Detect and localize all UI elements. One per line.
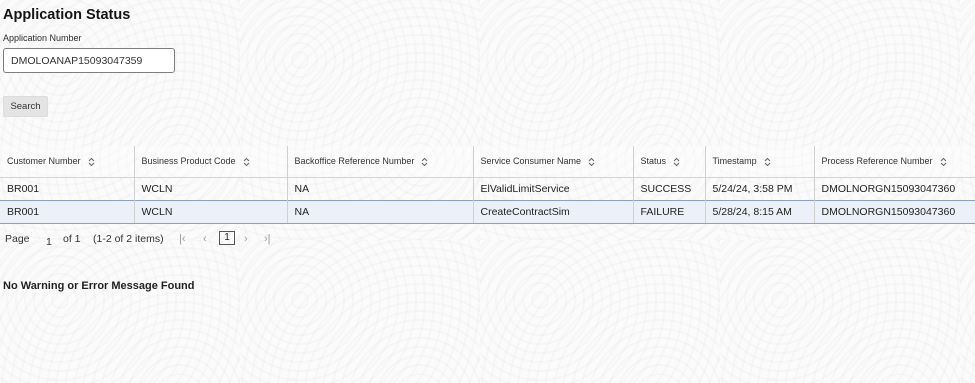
cell-customer-number: BR001 [0,200,135,224]
page-count-label: of 1 [63,233,81,245]
column-header-label: Timestamp [712,156,757,167]
cell-process-reference-number: DMOLNORGN15093047360 [814,177,975,201]
column-header-label: Backoffice Reference Number [294,156,415,167]
sort-icon[interactable] [243,157,250,167]
cell-backoffice-reference-number: NA [287,200,474,224]
column-header-business-product-code[interactable]: Business Product Code [134,146,288,178]
column-header-backoffice-reference-number[interactable]: Backoffice Reference Number [287,146,474,178]
page-number-input[interactable]: 1 [46,236,52,248]
next-page-icon[interactable]: › [244,233,248,245]
page-title: Application Status [3,7,131,23]
current-page-button[interactable]: 1 [219,231,235,245]
column-header-process-reference-number[interactable]: Process Reference Number [814,146,975,178]
column-header-customer-number[interactable]: Customer Number [0,146,135,178]
application-number-input[interactable] [3,48,175,73]
status-table: Customer Number Business Product Code Ba… [0,146,975,224]
sort-icon[interactable] [421,157,428,167]
search-button[interactable]: Search [3,96,48,117]
cell-business-product-code: WCLN [134,177,288,201]
column-header-label: Business Product Code [141,156,236,167]
cell-process-reference-number: DMOLNORGN15093047360 [814,200,975,224]
column-header-timestamp[interactable]: Timestamp [705,146,815,178]
cell-service-consumer-name: ElValidLimitService [473,177,634,201]
cell-timestamp: 5/24/24, 3:58 PM [705,177,815,201]
cell-customer-number: BR001 [0,177,135,201]
column-header-label: Status [640,156,667,167]
cell-status: SUCCESS [633,177,706,201]
table-header-row: Customer Number Business Product Code Ba… [0,146,975,178]
table-row[interactable]: BR001 WCLN NA ElValidLimitService SUCCES… [0,177,975,201]
cell-backoffice-reference-number: NA [287,177,474,201]
first-page-icon[interactable]: |‹ [179,233,186,245]
pagination: Page 1 of 1 (1-2 of 2 items) |‹ ‹ 1 › ›| [3,231,303,249]
application-number-label: Application Number [3,33,82,43]
sort-icon[interactable] [673,157,680,167]
sort-icon[interactable] [588,157,595,167]
cell-timestamp: 5/28/24, 8:15 AM [705,200,815,224]
sort-icon[interactable] [88,157,95,167]
cell-service-consumer-name: CreateContractSim [473,200,634,224]
column-header-label: Customer Number [7,156,81,167]
column-header-label: Service Consumer Name [480,156,582,167]
items-range-label: (1-2 of 2 items) [93,233,164,245]
page-label: Page [5,233,30,245]
previous-page-icon[interactable]: ‹ [203,233,207,245]
cell-status: FAILURE [633,200,706,224]
column-header-service-consumer-name[interactable]: Service Consumer Name [473,146,634,178]
sort-icon[interactable] [940,157,947,167]
column-header-label: Process Reference Number [821,156,933,167]
column-header-status[interactable]: Status [633,146,706,178]
status-message: No Warning or Error Message Found [3,280,195,292]
cell-business-product-code: WCLN [134,200,288,224]
table-row[interactable]: BR001 WCLN NA CreateContractSim FAILURE … [0,200,975,224]
sort-icon[interactable] [764,157,771,167]
last-page-icon[interactable]: ›| [264,233,271,245]
